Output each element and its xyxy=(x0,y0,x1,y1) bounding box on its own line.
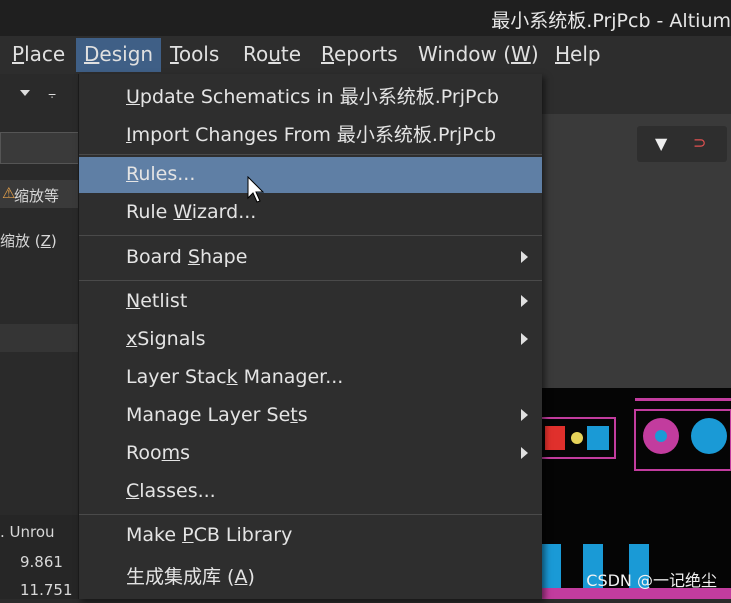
menu-bar: Place Design Tools Route Reports Window … xyxy=(0,36,731,74)
menu-window[interactable]: Window (W) xyxy=(418,42,539,66)
submenu-arrow-icon xyxy=(521,409,528,421)
menu-item-manage-layer-sets[interactable]: Manage Layer Sets xyxy=(79,398,542,434)
panel-row-highlight xyxy=(0,324,78,352)
menu-separator xyxy=(79,235,542,236)
watermark: CSDN @一记绝尘 xyxy=(586,571,717,590)
menu-item-rule-wizard[interactable]: Rule Wizard... xyxy=(79,195,542,231)
net-table: . Unrou 9.861 11.751 xyxy=(0,515,78,599)
menu-help[interactable]: Help xyxy=(555,42,601,66)
zoom-option[interactable]: 缩放 (Z) xyxy=(0,226,78,252)
menu-item-classes[interactable]: Classes... xyxy=(79,474,542,510)
title-bar: 最小系统板.PrjPcb - Altium xyxy=(0,0,731,36)
menu-item-netlist[interactable]: Netlist xyxy=(79,284,542,320)
submenu-arrow-icon xyxy=(521,251,528,263)
panel-dropdown[interactable] xyxy=(0,132,80,164)
submenu-arrow-icon xyxy=(521,447,528,459)
menu-item-board-shape[interactable]: Board Shape xyxy=(79,240,542,276)
window-title: 最小系统板.PrjPcb - Altium xyxy=(491,10,731,32)
zoom-option-label: 缩放 (Z) xyxy=(0,232,57,250)
menu-tools[interactable]: Tools xyxy=(170,42,219,66)
zoom-button[interactable]: ⚠ 缩放等 xyxy=(0,180,78,208)
menu-item-rooms[interactable]: Rooms xyxy=(79,436,542,472)
design-dropdown-menu: Update Schematics in 最小系统板.PrjPcb Import… xyxy=(78,74,542,599)
table-cell: 11.751 xyxy=(20,581,73,599)
menu-separator xyxy=(79,154,542,155)
mouse-cursor-icon xyxy=(247,176,265,203)
menu-separator xyxy=(79,514,542,515)
zoom-label: 缩放等 xyxy=(14,187,60,205)
filter-icon[interactable]: ▼ xyxy=(655,134,667,153)
pin-icon[interactable]: ⨪ xyxy=(48,86,56,102)
submenu-arrow-icon xyxy=(521,333,528,345)
menu-place[interactable]: Place xyxy=(12,42,65,66)
table-cell: 9.861 xyxy=(20,553,63,571)
menu-reports[interactable]: Reports xyxy=(321,42,398,66)
table-header-unrouted[interactable]: . Unrou xyxy=(0,523,55,541)
menu-item-make-pcb-library[interactable]: Make PCB Library xyxy=(79,518,542,554)
submenu-arrow-icon xyxy=(521,295,528,307)
menu-design[interactable]: Design xyxy=(76,38,162,72)
menu-item-update-schematics[interactable]: Update Schematics in 最小系统板.PrjPcb xyxy=(79,76,542,112)
menu-item-import-changes[interactable]: Import Changes From 最小系统板.PrjPcb xyxy=(79,114,542,150)
menu-item-generate-integrated-library[interactable]: 生成集成库 (A) xyxy=(79,556,542,592)
menu-separator xyxy=(79,280,542,281)
menu-route[interactable]: Route xyxy=(243,42,301,66)
menu-item-rules[interactable]: Rules... xyxy=(79,157,542,193)
canvas-filter-toolbar: ▼ ⊃ xyxy=(637,126,727,162)
net-icon[interactable]: ⊃ xyxy=(693,133,706,152)
menu-item-xsignals[interactable]: xSignals xyxy=(79,322,542,358)
chevron-down-icon[interactable] xyxy=(20,90,30,96)
menu-item-layer-stack-manager[interactable]: Layer Stack Manager... xyxy=(79,360,542,396)
